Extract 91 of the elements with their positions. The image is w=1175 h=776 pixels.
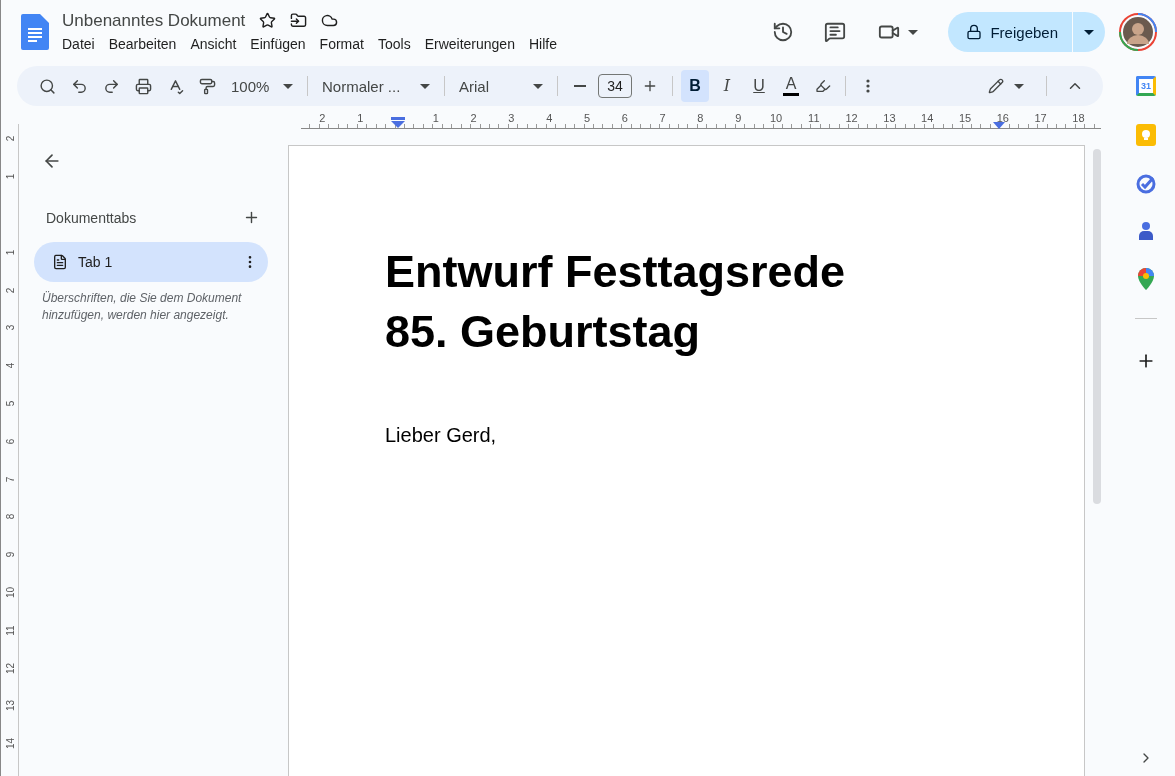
ruler-number: 10	[4, 586, 16, 599]
underline-button[interactable]: U	[745, 70, 773, 102]
ruler-number: 11	[4, 624, 16, 637]
ruler-number: 1	[357, 112, 364, 124]
cloud-status-icon	[321, 12, 339, 29]
caret-icon	[283, 83, 293, 89]
star-icon	[259, 12, 277, 29]
ruler-number: 14	[4, 737, 16, 750]
docs-logo-icon[interactable]	[21, 14, 49, 50]
search-icon	[38, 77, 56, 95]
menu-item[interactable]: Tools	[370, 33, 418, 54]
calendar-day: 31	[1141, 81, 1151, 91]
tasks-icon[interactable]	[1136, 174, 1156, 194]
menu-item[interactable]: Einfügen	[243, 33, 313, 54]
menu-item[interactable]: Format	[312, 33, 371, 54]
ruler-number: 5	[583, 112, 591, 124]
ruler-number: 8	[4, 513, 16, 522]
font-dropdown[interactable]: Arial	[453, 70, 549, 102]
ruler-number: 5	[4, 399, 16, 409]
ruler-number: 14	[921, 112, 934, 124]
ruler-number: 16	[996, 112, 1009, 124]
ruler-number: 11	[808, 112, 820, 124]
ruler-number: 3	[4, 324, 16, 333]
ruler-number: 9	[4, 550, 16, 560]
document-tab[interactable]: Tab 1	[34, 242, 268, 282]
ruler-number: 17	[1034, 112, 1047, 124]
ruler-number: 1	[4, 248, 16, 258]
tab-label: Tab 1	[78, 254, 114, 270]
caret-icon	[908, 29, 919, 35]
right-indent-marker[interactable]	[993, 122, 1005, 129]
contacts-icon[interactable]	[1139, 222, 1153, 240]
ruler-number: 2	[319, 112, 326, 124]
ruler-number: 9	[735, 112, 742, 124]
ruler-number: 2	[470, 112, 477, 124]
ruler-number: 6	[4, 437, 16, 447]
paint-roller-icon	[198, 77, 216, 95]
sidebar-heading: Dokumenttabs	[46, 209, 137, 226]
undo-icon	[70, 77, 88, 95]
document-text: Lieber Gerd,	[385, 424, 498, 447]
ruler-number: 8	[697, 112, 704, 124]
ruler-number: 15	[958, 112, 972, 124]
ruler-number: 7	[4, 475, 16, 484]
document-icon	[52, 254, 68, 270]
ruler-number: 4	[4, 361, 16, 371]
pencil-icon	[988, 78, 1004, 94]
style-dropdown[interactable]: Normaler ...	[316, 70, 436, 102]
ruler-number: 12	[4, 662, 16, 675]
caret-icon	[533, 83, 543, 89]
scrollbar[interactable]	[1093, 149, 1101, 504]
caret-icon	[1084, 29, 1094, 35]
map-pin-icon[interactable]	[1138, 268, 1154, 290]
menu-item[interactable]: Ansicht	[183, 33, 244, 54]
zoom-dropdown[interactable]: 100%	[225, 70, 299, 102]
menu-item[interactable]: Hilfe	[521, 33, 564, 54]
ruler-number: 3	[508, 112, 515, 124]
menu-item[interactable]: Erweiterungen	[417, 33, 522, 54]
avatar-icon[interactable]	[1119, 13, 1157, 51]
document-heading: Entwurf Festtagsrede 85. Geburtstag	[385, 245, 847, 359]
caret-icon	[1014, 83, 1024, 89]
caret-icon	[420, 83, 430, 89]
ruler-number: 13	[883, 112, 896, 124]
ruler-number: 10	[769, 112, 783, 124]
font-size-field[interactable]: 34	[598, 74, 632, 98]
more-icon	[866, 79, 870, 93]
document-title[interactable]: Unbenanntes Dokument	[62, 10, 246, 31]
move-folder-icon	[290, 12, 308, 29]
menu-item[interactable]: Bearbeiten	[101, 33, 184, 54]
redo-icon	[102, 77, 120, 95]
printer-icon	[134, 77, 152, 95]
menu-item[interactable]: Datei	[55, 33, 102, 54]
document-page[interactable]: Entwurf Festtagsrede 85. Geburtstag Lieber Gerd,	[288, 145, 1085, 776]
lock-icon	[966, 24, 983, 40]
ruler-number: 6	[621, 112, 628, 124]
italic-button[interactable]: I	[713, 70, 741, 102]
bold-button[interactable]: B	[681, 70, 709, 102]
plus-icon	[642, 78, 658, 94]
ruler-number: 1	[4, 172, 16, 182]
ruler-number: 2	[4, 286, 16, 295]
highlighter-icon	[815, 78, 831, 94]
ruler-number: 7	[659, 112, 666, 124]
ruler-number: 1	[432, 112, 439, 124]
outline-hint: Überschriften, die Sie dem Dokument hinzufügen, werden hier angezeigt.	[42, 290, 243, 324]
ruler-number: 12	[845, 112, 858, 124]
ruler-number: 2	[4, 135, 16, 144]
indent-marker[interactable]	[391, 117, 405, 128]
ruler-number: 4	[546, 112, 553, 124]
ruler-number: 18	[1072, 112, 1085, 124]
minus-icon	[574, 85, 586, 87]
ruler-number: 13	[4, 699, 16, 712]
text-color-button[interactable]: A	[777, 70, 805, 102]
calendar-icon[interactable]: 31	[1136, 76, 1156, 96]
